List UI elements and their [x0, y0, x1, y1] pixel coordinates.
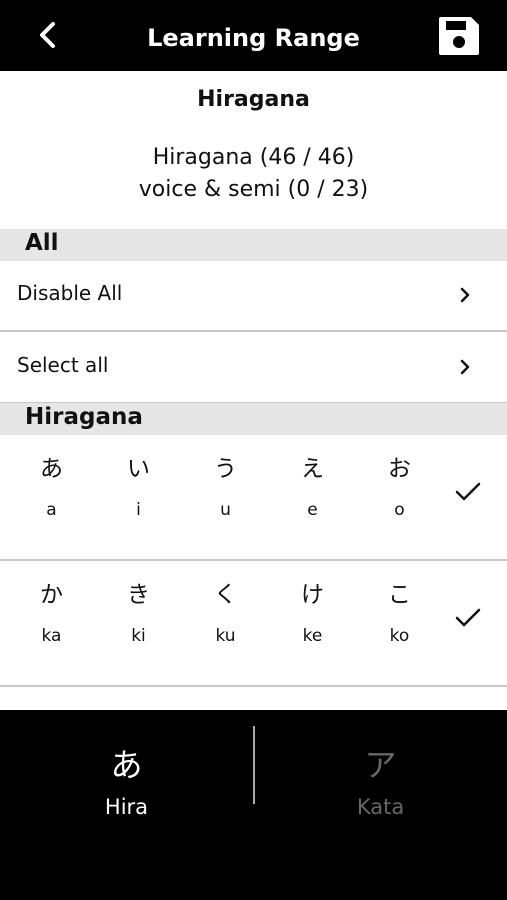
chevron-right-icon: [460, 359, 470, 375]
kana-char: く: [214, 582, 237, 608]
kana-row-ka[interactable]: か ka き ki く ku け ke こ ko: [0, 561, 507, 687]
kana-romaji: a: [46, 500, 57, 520]
kana-char: け: [301, 582, 324, 608]
tab-glyph: あ: [110, 746, 143, 784]
section-header-all: All: [0, 229, 507, 261]
save-button[interactable]: [432, 10, 486, 62]
kana-row-a[interactable]: あa いi うu えe おo: [0, 435, 507, 561]
kana-char: き: [127, 582, 150, 608]
kana-char: う: [214, 456, 237, 482]
disable-all-row[interactable]: Disable All: [0, 260, 507, 332]
section-header-hiragana: Hiragana: [0, 403, 507, 435]
kana-char: か: [40, 582, 63, 608]
page-title: Learning Range: [147, 24, 360, 52]
kana-romaji: i: [136, 500, 141, 520]
range-subtitle: Hiragana: [197, 87, 310, 112]
kana-char: こ: [388, 582, 411, 608]
kana-char: お: [388, 456, 411, 482]
tab-label: Hira: [104, 795, 149, 819]
section-header-label: All: [25, 230, 59, 256]
tab-kata[interactable]: ア Kata: [254, 710, 507, 840]
chevron-right-icon: [460, 287, 470, 303]
voiced-semi-count: voice & semi (0 / 23): [138, 177, 369, 202]
checkmark-icon: [455, 608, 481, 627]
kana-char: え: [301, 456, 324, 482]
hiragana-count: Hiragana (46 / 46): [152, 145, 355, 170]
kana-romaji: ku: [215, 626, 236, 646]
kana-romaji: u: [220, 500, 231, 520]
tab-label: Kata: [356, 795, 405, 819]
kana-romaji: ke: [302, 626, 323, 646]
bottom-tab-bar: あ Hira ア Kata: [0, 710, 507, 900]
kana-char: あ: [40, 456, 63, 482]
disable-all-label: Disable All: [17, 281, 123, 305]
floppy-disk-icon: [439, 17, 479, 55]
kana-romaji: e: [307, 500, 318, 520]
kana-romaji: ka: [41, 626, 62, 646]
kana-romaji: ko: [389, 626, 410, 646]
select-all-row[interactable]: Select all: [0, 332, 507, 404]
kana-char: い: [127, 456, 150, 482]
kana-romaji: ki: [131, 626, 146, 646]
kana-romaji: o: [394, 500, 405, 520]
checkmark-icon: [455, 482, 481, 501]
tab-glyph: ア: [364, 746, 397, 784]
section-header-label: Hiragana: [25, 404, 143, 430]
top-bar: Learning Range: [0, 0, 507, 71]
tab-hira[interactable]: あ Hira: [0, 710, 253, 840]
select-all-label: Select all: [17, 353, 109, 377]
